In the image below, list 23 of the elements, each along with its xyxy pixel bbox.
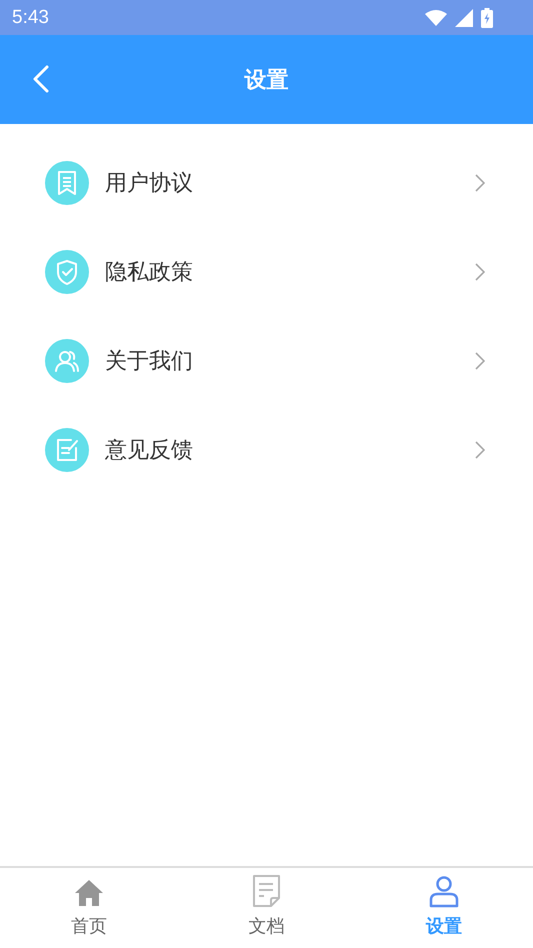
menu-item[interactable]: 意见反馈: [0, 428, 533, 472]
signal-icon: [455, 8, 473, 26]
nav-tab[interactable]: 首页: [0, 868, 178, 948]
chevron-right-icon: [475, 441, 485, 459]
wifi-icon: [425, 9, 447, 26]
edit-note-icon: [45, 428, 89, 472]
nav-tab[interactable]: 文档: [178, 868, 356, 948]
menu-item[interactable]: 用户协议: [0, 161, 533, 205]
people-icon: [45, 339, 89, 383]
shield-check-icon: [45, 250, 89, 294]
home-icon: [74, 878, 104, 908]
chevron-right-icon: [475, 174, 485, 192]
status-time: 5:43: [12, 6, 49, 28]
menu-item[interactable]: 隐私政策: [0, 250, 533, 294]
chevron-right-icon: [475, 352, 485, 370]
battery-icon: [481, 8, 493, 28]
page-title: 设置: [244, 66, 288, 94]
user-icon: [429, 876, 460, 908]
document-icon: [45, 161, 89, 205]
document-icon: [252, 874, 282, 908]
back-icon[interactable]: [33, 65, 49, 93]
menu-item[interactable]: 关于我们: [0, 339, 533, 383]
chevron-right-icon: [475, 263, 485, 281]
